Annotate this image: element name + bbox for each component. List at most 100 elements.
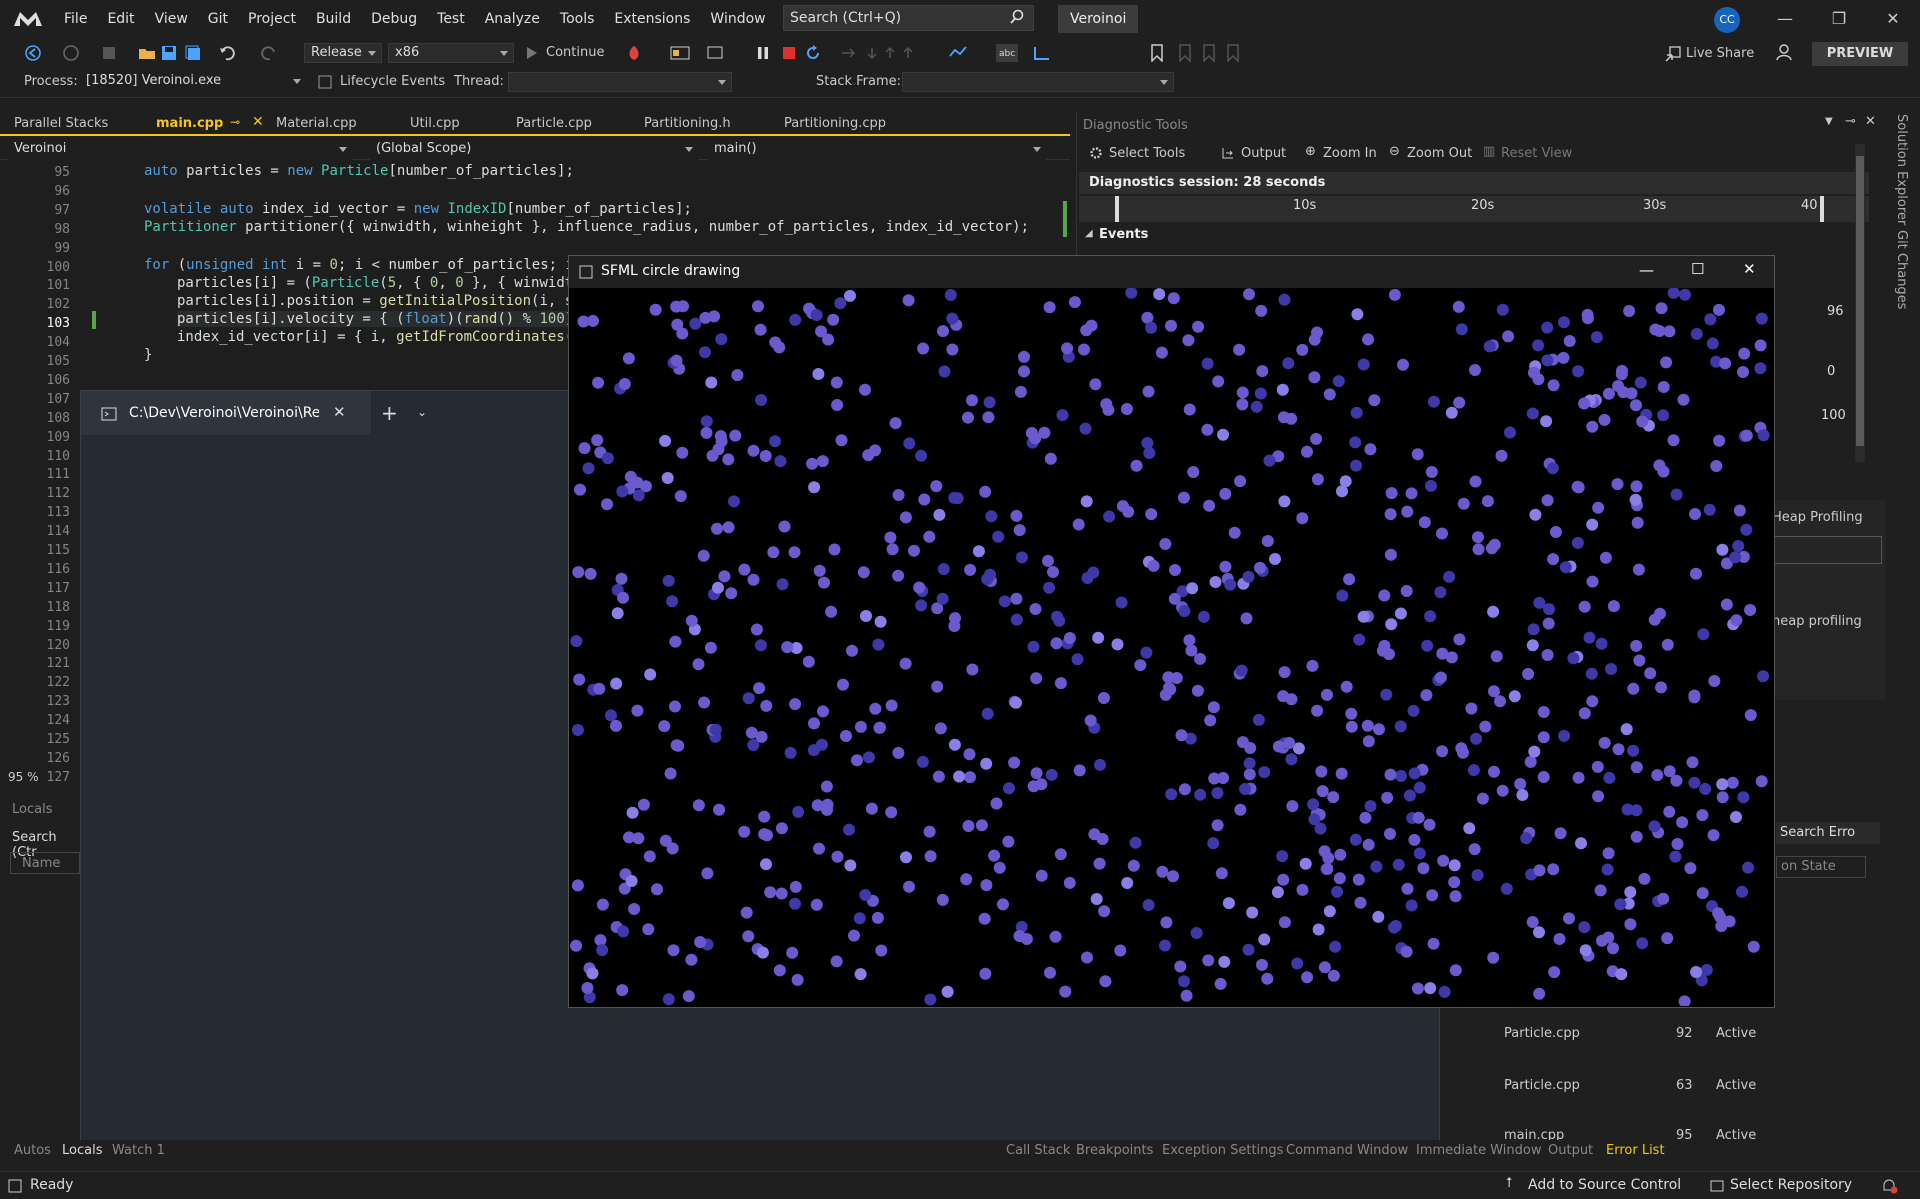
threads-icon[interactable] <box>706 44 726 62</box>
select-tools-button[interactable]: Select Tools <box>1109 146 1185 161</box>
sfml-window[interactable]: SFML circle drawing — ☐ ✕ <box>568 255 1775 1008</box>
terminal-tab[interactable]: C:\Dev\Veroinoi\Veroinoi\Rele ✕ <box>81 391 371 435</box>
undo-icon[interactable] <box>218 44 236 62</box>
break-all-icon[interactable] <box>756 45 770 61</box>
save-all-icon[interactable] <box>184 44 202 62</box>
error-file[interactable]: Particle.cpp <box>1504 1078 1580 1093</box>
timeline-end-handle[interactable] <box>1820 196 1824 222</box>
add-to-source-control-button[interactable]: Add to Source Control <box>1528 1177 1681 1193</box>
menu-view[interactable]: View <box>145 0 198 38</box>
feedback-icon[interactable] <box>1774 42 1794 62</box>
tab-watch-1[interactable]: Watch 1 <box>112 1143 165 1158</box>
thread-select[interactable] <box>508 72 732 92</box>
tab-particle-cpp[interactable]: Particle.cpp <box>516 116 592 131</box>
tab-util-cpp[interactable]: Util.cpp <box>410 116 460 131</box>
menu-project[interactable]: Project <box>238 0 306 38</box>
menu-build[interactable]: Build <box>306 0 361 38</box>
close-icon[interactable]: ✕ <box>1865 114 1876 129</box>
restore-icon[interactable]: ❐ <box>1816 0 1862 38</box>
close-tab-icon[interactable]: ✕ <box>333 403 346 421</box>
menu-debug[interactable]: Debug <box>361 0 427 38</box>
events-section[interactable]: Events <box>1099 227 1148 242</box>
reset-view-button[interactable]: Reset View <box>1501 146 1572 161</box>
minimize-icon[interactable]: — <box>1762 0 1808 38</box>
menu-edit[interactable]: Edit <box>97 0 144 38</box>
chevron-down-icon[interactable]: ⌄ <box>417 405 427 419</box>
error-state-column[interactable]: on State <box>1776 856 1866 878</box>
project-select[interactable]: Veroinoi <box>8 140 352 160</box>
maximize-icon[interactable]: ☐ <box>1691 260 1704 278</box>
configuration-select[interactable]: Release <box>304 43 382 63</box>
back-icon[interactable] <box>24 44 42 62</box>
tab-material-cpp[interactable]: Material.cpp <box>276 116 357 131</box>
process-select[interactable]: [18520] Veroinoi.exe <box>80 72 306 92</box>
timeline-start-handle[interactable] <box>1115 196 1119 222</box>
zoom-in-button[interactable]: Zoom In <box>1323 146 1377 161</box>
heap-profiling-label[interactable]: Heap Profiling <box>1772 510 1863 525</box>
tab-call-stack[interactable]: Call Stack <box>1006 1143 1070 1158</box>
zoom-level[interactable]: 95 % <box>8 770 39 784</box>
member-select[interactable]: main() <box>708 140 1046 160</box>
save-icon[interactable] <box>160 44 178 62</box>
pin-icon[interactable]: ⊸ <box>230 115 240 129</box>
locals-name-column[interactable]: Name <box>22 856 60 871</box>
notification-bell-icon[interactable] <box>1880 1178 1898 1194</box>
tab-partitioning-cpp[interactable]: Partitioning.cpp <box>784 116 886 131</box>
open-folder-icon[interactable] <box>138 44 156 62</box>
menu-test[interactable]: Test <box>427 0 475 38</box>
scope-select[interactable]: (Global Scope) <box>370 140 698 160</box>
forward-icon[interactable] <box>62 44 80 62</box>
live-share-icon[interactable] <box>1664 45 1682 63</box>
tab-command-window[interactable]: Command Window <box>1286 1143 1408 1158</box>
zoom-out-button[interactable]: Zoom Out <box>1407 146 1472 161</box>
scrollbar-thumb[interactable] <box>1856 156 1864 446</box>
minimize-icon[interactable]: — <box>1639 261 1654 279</box>
pin-icon[interactable]: ⊸ <box>1845 114 1856 129</box>
collapse-icon[interactable]: ◢ <box>1085 228 1093 239</box>
process-icon[interactable] <box>670 44 690 62</box>
preview-badge[interactable]: PREVIEW <box>1812 42 1908 66</box>
lifecycle-events-button[interactable]: Lifecycle Events <box>340 74 445 89</box>
search-input[interactable]: Search (Ctrl+Q) <box>783 5 1034 31</box>
output-button[interactable]: Output <box>1241 146 1286 161</box>
tab-locals[interactable]: Locals <box>62 1143 102 1158</box>
step-icons[interactable] <box>840 46 920 60</box>
close-tab-icon[interactable]: ✕ <box>252 114 264 130</box>
close-icon[interactable]: ✕ <box>1743 260 1756 278</box>
error-search-input[interactable]: Search Erro <box>1776 822 1880 844</box>
menu-file[interactable]: File <box>54 0 97 38</box>
error-file[interactable]: Particle.cpp <box>1504 1026 1580 1041</box>
hot-reload-icon[interactable] <box>624 44 644 62</box>
tab-autos[interactable]: Autos <box>14 1143 51 1158</box>
continue-icon[interactable] <box>526 46 538 60</box>
panel-menu-icon[interactable]: ▼ <box>1825 116 1833 127</box>
new-tab-icon[interactable]: + <box>381 401 398 425</box>
diagnostic-icon[interactable] <box>948 44 968 62</box>
spellcheck-icon[interactable]: abc <box>996 44 1018 62</box>
new-item-icon[interactable] <box>100 44 118 62</box>
select-repository-button[interactable]: Select Repository <box>1730 1177 1852 1193</box>
bookmark-icon[interactable] <box>1150 44 1164 62</box>
menu-window[interactable]: Window <box>700 0 775 38</box>
tab-partitioning-h[interactable]: Partitioning.h <box>644 116 731 131</box>
live-share-button[interactable]: Live Share <box>1686 46 1754 61</box>
stop-debugging-icon[interactable] <box>782 46 796 60</box>
menu-extensions[interactable]: Extensions <box>604 0 700 38</box>
tab-immediate-window[interactable]: Immediate Window <box>1416 1143 1541 1158</box>
sfml-title-bar[interactable]: SFML circle drawing — ☐ ✕ <box>569 256 1774 288</box>
tab-output[interactable]: Output <box>1548 1143 1593 1158</box>
menu-git[interactable]: Git <box>198 0 238 38</box>
format-icon[interactable] <box>1032 44 1052 62</box>
solution-explorer-tab[interactable]: Solution Explorer <box>1894 114 1909 225</box>
continue-button[interactable]: Continue <box>546 45 604 60</box>
tab-main-cpp[interactable]: main.cpp <box>156 116 223 131</box>
stack-frame-select[interactable] <box>902 72 1174 92</box>
git-changes-tab[interactable]: Git Changes <box>1894 230 1909 309</box>
close-icon[interactable]: ✕ <box>1870 0 1916 38</box>
tab-error-list[interactable]: Error List <box>1606 1143 1665 1158</box>
tab-exception-settings[interactable]: Exception Settings <box>1162 1143 1283 1158</box>
bookmark-nav-icons[interactable] <box>1178 44 1248 62</box>
restart-icon[interactable] <box>804 44 822 62</box>
redo-icon[interactable] <box>260 44 278 62</box>
tab-parallel-stacks[interactable]: Parallel Stacks <box>14 116 108 131</box>
